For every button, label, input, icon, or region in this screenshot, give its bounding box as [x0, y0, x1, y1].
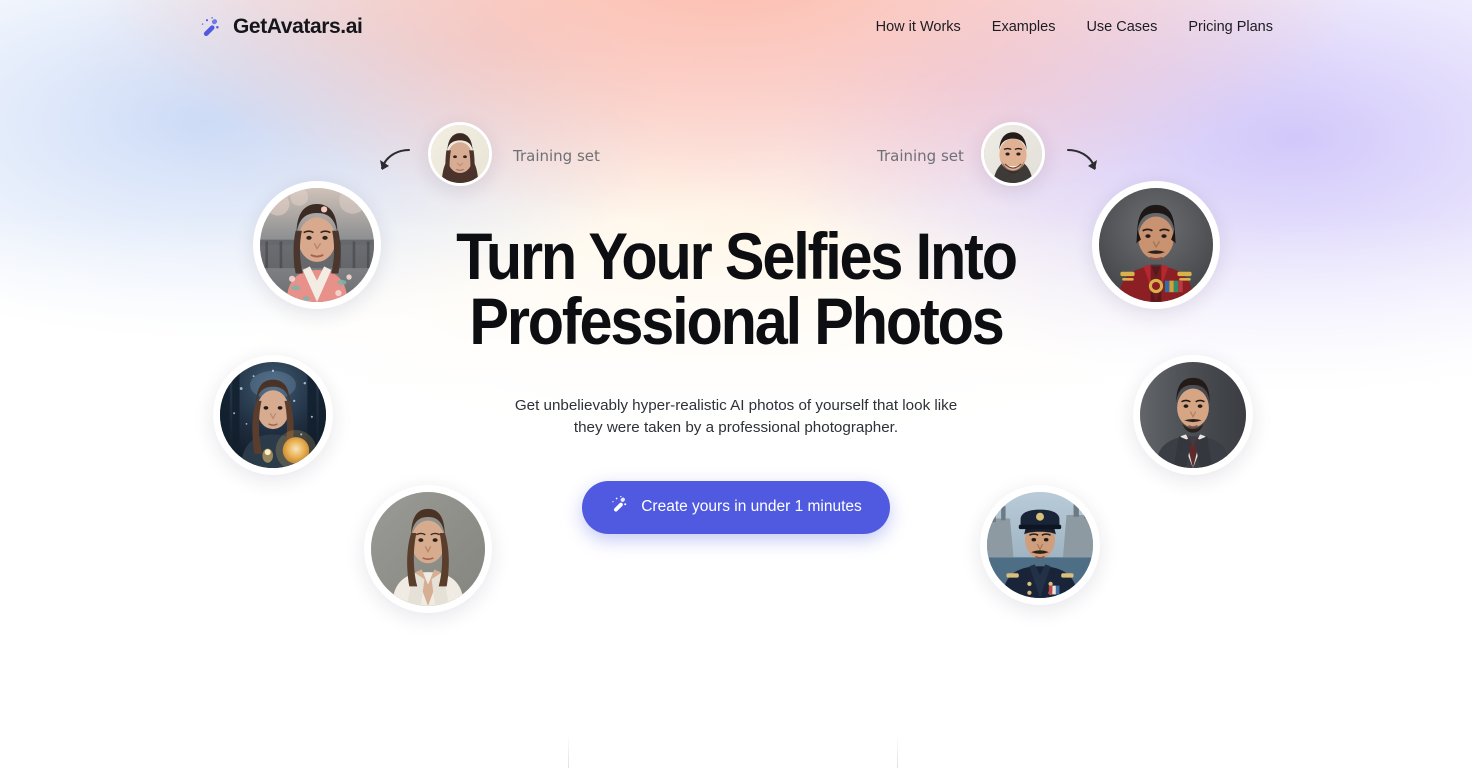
training-set-label-right: Training set [877, 147, 964, 165]
landing-page: Training set Training set GetAvatars.ai … [0, 0, 1472, 768]
hero-subtitle: Get unbelievably hyper-realistic AI phot… [514, 396, 958, 436]
brand-logo[interactable]: GetAvatars.ai [199, 15, 363, 39]
nav-item-use-cases[interactable]: Use Cases [1086, 19, 1157, 35]
avatar-fantasy[interactable] [213, 355, 333, 475]
headline-line-2: Professional Photos [469, 284, 1004, 359]
brand-name: GetAvatars.ai [233, 15, 363, 38]
avatar-naval-officer[interactable] [980, 485, 1100, 605]
curved-arrow-down-left-icon [370, 144, 412, 182]
headline-line-1: Turn Your Selfies Into [456, 219, 1018, 293]
curved-arrow-down-right-icon [1065, 144, 1107, 182]
avatar-military-red[interactable] [1092, 181, 1220, 309]
section-divider-right [897, 734, 898, 768]
site-header: GetAvatars.ai How it Works Examples Use … [0, 0, 1472, 54]
nav-item-examples[interactable]: Examples [992, 19, 1056, 35]
create-yours-button-label: Create yours in under 1 minutes [641, 498, 862, 516]
training-set-label-left: Training set [513, 147, 600, 165]
create-yours-button[interactable]: Create yours in under 1 minutes [582, 480, 890, 534]
section-divider-left [568, 734, 569, 768]
page-title: Turn Your Selfies Into Professional Phot… [448, 223, 1024, 359]
nav-item-how-it-works[interactable]: How it Works [876, 19, 961, 35]
avatar-training-left[interactable] [428, 122, 492, 186]
magic-wand-icon [610, 495, 629, 519]
avatar-training-right[interactable] [981, 122, 1045, 186]
nav-item-pricing-plans[interactable]: Pricing Plans [1188, 19, 1273, 35]
avatar-business-suit[interactable] [1133, 355, 1253, 475]
magic-wand-icon [199, 16, 222, 39]
avatar-white-blazer[interactable] [364, 485, 492, 613]
main-navigation: How it Works Examples Use Cases Pricing … [876, 19, 1273, 35]
avatar-kimono[interactable] [253, 181, 381, 309]
